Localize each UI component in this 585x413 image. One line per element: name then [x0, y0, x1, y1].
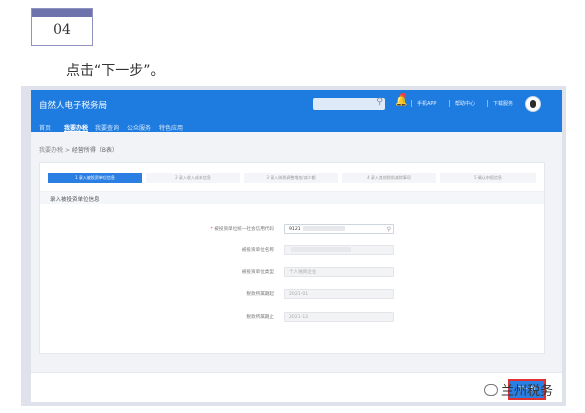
watermark-text: 兰州税务 — [501, 384, 554, 399]
masked-value — [302, 226, 345, 231]
divider — [411, 100, 412, 107]
breadcrumb: 我要办税 > 经营所得（B表） — [39, 145, 118, 154]
credit-code-label: * 被投资单位统一社会信用代码 — [210, 227, 275, 232]
progress-steps: 1 录入被投资单位信息 2 录入收入成本信息 3 录入纳税调整增加/减少额 4 … — [48, 173, 536, 183]
breadcrumb-root[interactable]: 我要办税 — [39, 147, 63, 154]
user-avatar[interactable] — [525, 96, 541, 112]
section-title: 录入被投资单位信息 — [50, 197, 100, 203]
step-5: 5 确认申报信息 — [440, 173, 536, 183]
unit-name-field — [284, 245, 394, 255]
divider — [449, 100, 450, 107]
section-header: 录入被投资单位信息 — [40, 191, 544, 204]
search-icon[interactable]: ⚲ — [376, 97, 383, 107]
nav-home[interactable]: 首页 — [39, 123, 51, 132]
search-icon[interactable]: ⚲ — [387, 225, 391, 235]
step-4: 4 录入其他税前减除事项 — [342, 173, 436, 183]
active-nav-indicator — [64, 131, 88, 132]
bell-icon[interactable]: 🔔 — [395, 96, 407, 107]
step-number: 04 — [53, 22, 71, 38]
period-start-field: 2021-01 — [284, 289, 394, 299]
step-1: 1 录入被投资单位信息 — [48, 173, 142, 183]
breadcrumb-current: 经营所得（B表） — [71, 147, 119, 154]
unit-type-field: 个人独资企业 — [284, 267, 394, 277]
step-3: 3 录入纳税调整增加/减少额 — [244, 173, 338, 183]
step-badge-bar — [32, 9, 92, 17]
nav-query[interactable]: 我要查询 — [95, 123, 119, 132]
app-header: 自然人电子税务局 ⚲ 🔔 手机APP 帮助中心 下载服务 首页 我要办税 我要查… — [31, 90, 562, 132]
nav-special-apps[interactable]: 特色应用 — [159, 123, 183, 132]
period-end-label: 税款所属期止 — [246, 315, 274, 320]
mobile-app-link[interactable]: 手机APP — [417, 100, 436, 107]
header-search-input[interactable]: ⚲ — [313, 97, 385, 110]
breadcrumb-separator: > — [64, 147, 70, 154]
credit-code-input[interactable]: 9121 ⚲ — [284, 224, 394, 234]
wechat-icon — [484, 383, 498, 396]
unit-type-label: 被投资单位类型 — [241, 270, 274, 275]
unit-name-label: 被投资单位名称 — [241, 248, 274, 253]
bottom-action-bar — [31, 372, 562, 402]
step-2: 2 录入收入成本信息 — [146, 173, 240, 183]
app-title: 自然人电子税务局 — [39, 101, 108, 111]
watermark: 兰州税务 — [484, 380, 553, 402]
instruction-text: 点击“下一步”。 — [66, 63, 165, 79]
form-card: 1 录入被投资单位信息 2 录入收入成本信息 3 录入纳税调整增加/减少额 4 … — [39, 162, 545, 354]
period-end-field: 2021-12 — [284, 312, 394, 322]
divider — [487, 100, 488, 107]
nav-public-service[interactable]: 公众服务 — [127, 123, 151, 132]
period-start-label: 税款所属期起 — [246, 292, 274, 297]
step-badge: 04 — [31, 8, 93, 46]
download-service-link[interactable]: 下载服务 — [493, 100, 513, 107]
masked-value — [291, 247, 351, 252]
credit-code-value: 9121 — [289, 227, 301, 232]
help-center-link[interactable]: 帮助中心 — [455, 100, 475, 107]
tax-app-screenshot: 自然人电子税务局 ⚲ 🔔 手机APP 帮助中心 下载服务 首页 我要办税 我要查… — [31, 90, 562, 402]
